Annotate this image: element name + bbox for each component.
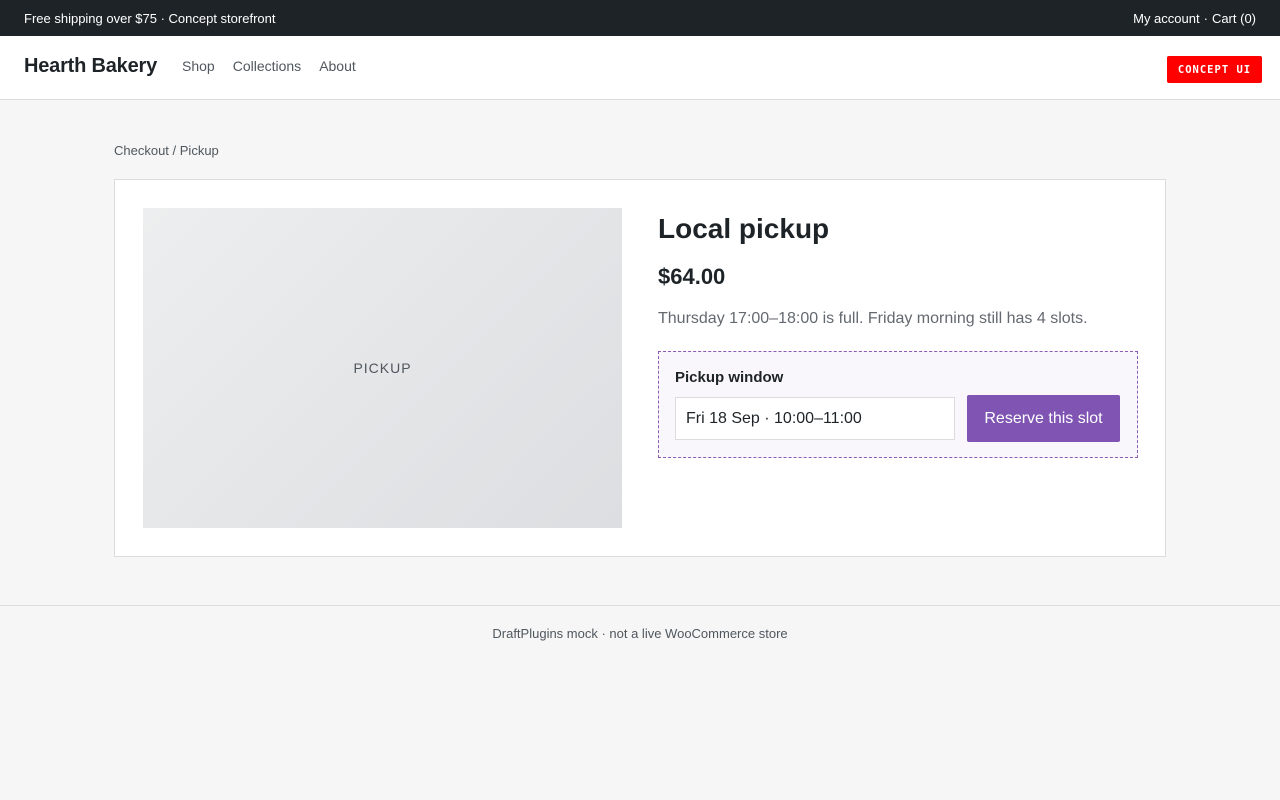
- link-separator: ·: [1203, 10, 1208, 26]
- footer-divider: [0, 605, 1280, 606]
- nav-item-shop[interactable]: Shop: [182, 58, 215, 74]
- reserve-slot-button[interactable]: Reserve this slot: [967, 395, 1120, 442]
- main-nav: Shop Collections About: [182, 58, 356, 74]
- site-header: Hearth Bakery Shop Collections About CON…: [0, 36, 1280, 100]
- announcement-bar: Free shipping over $75 · Concept storefr…: [0, 0, 1280, 36]
- pickup-window-label: Pickup window: [675, 369, 784, 386]
- promo-text: Free shipping over $75 · Concept storefr…: [24, 10, 276, 26]
- cart-link[interactable]: Cart (0): [1212, 11, 1256, 26]
- image-placeholder-label: PICKUP: [353, 360, 412, 376]
- breadcrumb: Checkout / Pickup: [114, 143, 219, 158]
- pickup-card: PICKUP Local pickup $64.00 Thursday 17:0…: [114, 179, 1166, 557]
- footer-text: DraftPlugins mock · not a live WooCommer…: [492, 626, 788, 641]
- page-title: Local pickup: [658, 213, 830, 244]
- account-links: My account · Cart (0): [1133, 11, 1256, 26]
- price: $64.00: [658, 264, 726, 289]
- concept-ui-badge: CONCEPT UI: [1167, 56, 1262, 83]
- site-logo[interactable]: Hearth Bakery: [24, 55, 157, 78]
- my-account-link[interactable]: My account: [1133, 11, 1199, 26]
- nav-item-about[interactable]: About: [319, 58, 356, 74]
- pickup-window-field[interactable]: [675, 397, 955, 440]
- product-image-placeholder: PICKUP: [143, 208, 622, 528]
- availability-notice: Thursday 17:00–18:00 is full. Friday mor…: [658, 310, 1088, 327]
- pickup-window-box: Pickup window Reserve this slot: [658, 351, 1138, 458]
- nav-item-collections[interactable]: Collections: [233, 58, 301, 74]
